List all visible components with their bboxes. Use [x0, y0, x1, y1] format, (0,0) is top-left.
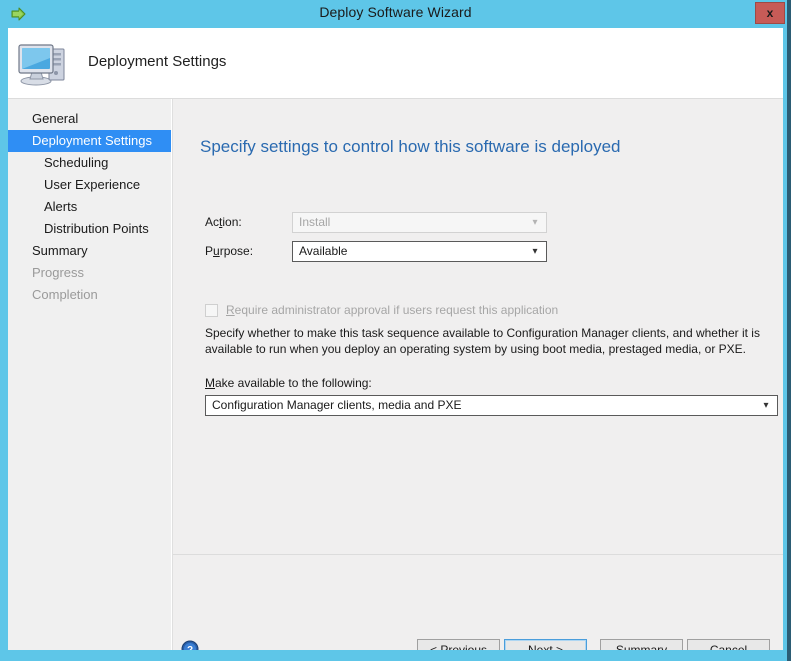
approval-label-suffix: equire administrator approval if users r… [234, 303, 559, 317]
sidebar-item-alerts[interactable]: Alerts [8, 196, 171, 218]
header-title: Deployment Settings [88, 53, 227, 70]
chevron-down-icon: ▾ [532, 246, 538, 257]
close-button[interactable]: x [755, 2, 785, 24]
sidebar-item-progress: Progress [32, 265, 85, 280]
sidebar-item-general[interactable]: General [8, 108, 171, 130]
make-available-label-accel: M [205, 376, 215, 390]
action-dropdown-value: Install [299, 215, 331, 229]
purpose-label: Purpose: [205, 244, 253, 258]
purpose-label-accel: u [213, 244, 220, 258]
window-title: Deploy Software Wizard [319, 4, 472, 20]
approval-checkbox-label: Require administrator approval if users … [226, 303, 558, 317]
sidebar-item-scheduling[interactable]: Scheduling [8, 152, 171, 174]
approval-checkbox[interactable] [205, 304, 218, 317]
computer-icon [16, 39, 68, 87]
purpose-label-suffix: rpose: [219, 244, 254, 258]
title-bar: Deploy Software Wizard x [0, 0, 791, 28]
make-available-label: Make available to the following: [205, 376, 372, 390]
action-label-prefix: Ac [205, 215, 220, 229]
action-dropdown[interactable]: Install ▾ [292, 212, 547, 233]
chevron-down-icon: ▾ [763, 400, 769, 411]
sidebar-nav-list: General Deployment Settings Scheduling User… [8, 108, 171, 306]
chevron-down-icon: ▾ [532, 217, 538, 228]
sidebar-item-summary[interactable]: Summary [8, 240, 171, 262]
window-right-edge [787, 0, 791, 661]
page-title: Specify settings to control how this sof… [200, 137, 621, 156]
approval-label-accel: R [226, 303, 235, 317]
make-available-dropdown-value: Configuration Manager clients, media and… [212, 398, 462, 412]
window-bottom-frame [0, 650, 791, 661]
action-label: Action: [205, 215, 242, 229]
sidebar-item-deployment-settings[interactable]: Deployment Settings [8, 130, 171, 152]
action-label-suffix: ion: [222, 215, 242, 229]
sidebar-item-completion: Completion [32, 287, 98, 302]
wizard-header: Deployment Settings [8, 28, 783, 99]
make-available-dropdown[interactable]: Configuration Manager clients, media and… [205, 395, 778, 416]
purpose-dropdown-value: Available [299, 244, 348, 258]
make-available-label-suffix: ake available to the following: [215, 376, 372, 390]
deploy-software-wizard-window: Deploy Software Wizard x Deployment Sett… [0, 0, 791, 661]
window-body: Deployment Settings General Deployment Se… [8, 28, 783, 661]
content-panel: Specify settings to control how this sof… [173, 99, 783, 620]
sidebar-item-user-experience[interactable]: User Experience [8, 174, 171, 196]
purpose-dropdown[interactable]: Available ▾ [292, 241, 547, 262]
wizard-footer: ? < Previous Next > Summary Cancel [173, 555, 783, 661]
purpose-label-prefix: P [205, 244, 214, 258]
wizard-sidebar: General Deployment Settings Scheduling User… [8, 99, 172, 650]
description-text: Specify whether to make this task sequen… [205, 326, 760, 356]
sidebar-item-distribution-points[interactable]: Distribution Points [8, 218, 171, 240]
